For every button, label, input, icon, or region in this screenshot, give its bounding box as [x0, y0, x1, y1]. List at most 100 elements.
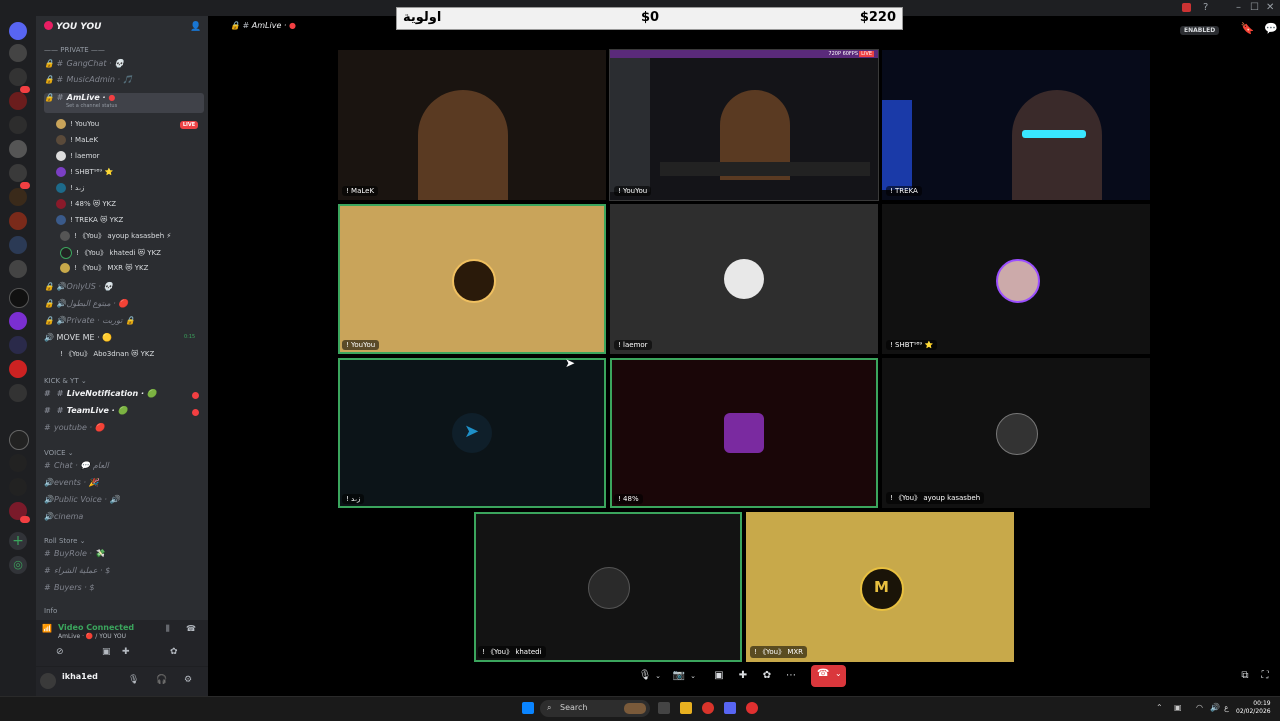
server-icon[interactable] [9, 478, 27, 496]
voice-user[interactable]: ! 《You》 Abo3dnan 😻 YKZ [60, 349, 210, 363]
category-roll-store[interactable]: Roll Store ⌄ [44, 537, 86, 545]
server-icon[interactable] [9, 454, 27, 472]
headphones-icon[interactable]: 🎧 [156, 675, 167, 685]
camera-off-icon[interactable]: ⊘ [56, 647, 64, 657]
voice-user[interactable]: ! 48% 😻 YKZ [56, 199, 206, 213]
activities-icon[interactable]: ✚ [122, 647, 130, 657]
server-icon[interactable] [9, 212, 27, 230]
camera-icon[interactable]: 📷 [672, 667, 686, 685]
video-tile[interactable]: ! 《You》 ayoup kasasbeh [882, 358, 1150, 508]
channel-public-voice[interactable]: 🔊Public Voice · 🔊 [44, 495, 204, 509]
channel-purchase[interactable]: # عملية الشراء · $ [44, 566, 204, 580]
voice-user[interactable]: ! 《You》 khatedi 😻 YKZ [60, 247, 210, 261]
video-tile[interactable]: ! laemor [610, 204, 878, 354]
video-tile[interactable]: M ! 《You》 MXR [746, 512, 1014, 662]
server-icon[interactable] [9, 68, 27, 86]
category-voice[interactable]: VOICE ⌄ [44, 449, 74, 457]
fullscreen-icon[interactable]: ⛶ [1258, 667, 1272, 685]
channel-private[interactable]: 🔒 🔊Private · ﺗﻮﺭﺑﺖ 🔒 [44, 316, 204, 330]
chat-icon[interactable]: 💬 [1264, 22, 1278, 35]
server-icon[interactable] [9, 44, 27, 62]
enabled-badge[interactable]: ENABLED [1180, 26, 1220, 35]
video-tile[interactable]: ! 《You》 khatedi [474, 512, 742, 662]
video-tile[interactable]: ! TREKA [882, 50, 1150, 200]
server-icon[interactable] [9, 164, 27, 182]
popout-icon[interactable]: ⧉ [1238, 667, 1252, 685]
task-view-icon[interactable] [658, 702, 670, 714]
channel-musicadmin[interactable]: 🔒 # MusicAdmin · 🎵 [44, 75, 204, 89]
channel-onlyus[interactable]: 🔒 🔊OnlyUS · 💀 [44, 282, 204, 296]
channel-events[interactable]: 🔊events · 🎉 [44, 478, 204, 492]
voice-user[interactable]: ! ز،ﺪ [56, 183, 206, 197]
settings-icon[interactable]: ⚙ [184, 675, 192, 685]
stream-tile[interactable]: 720P 60FPS LIVE ! YouYou [609, 49, 879, 201]
voice-user[interactable]: ! laemor [56, 151, 206, 165]
soundboard-icon[interactable]: ✿ [170, 647, 178, 657]
video-tile[interactable]: ! 48% [610, 358, 878, 508]
channel-chat[interactable]: # Chat · 💬 العام [44, 461, 204, 475]
channel-buyrole[interactable]: # BuyRole · 💸 [44, 549, 204, 563]
file-explorer-icon[interactable] [680, 702, 692, 714]
channel-gangchat[interactable]: 🔒 # GangChat · 💀 [44, 59, 204, 73]
server-icon[interactable] [9, 288, 29, 308]
voice-user[interactable]: ! TREKA 😻 YKZ [56, 215, 206, 229]
language-icon[interactable]: ع [1224, 703, 1229, 712]
taskbar-search[interactable]: ⌕ Search [540, 700, 650, 717]
channel-move-me[interactable]: 🔊 MOVE ME · 🟡 0:15 [44, 333, 204, 347]
help-icon[interactable]: ? [1203, 2, 1208, 13]
close-button[interactable]: ✕ [1266, 2, 1274, 13]
server-icon[interactable] [9, 236, 27, 254]
soundboard-icon[interactable]: ✿ [760, 667, 774, 685]
add-server-icon[interactable]: + [9, 532, 27, 550]
video-tile[interactable]: ! MaLeK [338, 50, 606, 200]
guild-header[interactable]: YOU YOU 👤 [36, 16, 208, 40]
server-icon[interactable] [9, 188, 27, 206]
server-icon[interactable] [9, 116, 27, 134]
screen-share-icon[interactable]: ▣ [102, 647, 111, 657]
screen-share-icon[interactable]: ▣ [712, 667, 726, 685]
category-kick[interactable]: KICK & YT ⌄ [44, 377, 87, 385]
disconnect-icon[interactable]: ☎ [186, 624, 196, 633]
channel-cinema[interactable]: 🔊cinema [44, 512, 204, 526]
server-icon[interactable] [9, 336, 27, 354]
server-icon[interactable] [9, 312, 27, 330]
volume-icon[interactable]: 🔊 [1210, 703, 1220, 712]
activities-icon[interactable]: ✚ [736, 667, 750, 685]
more-icon[interactable]: ⋯ [784, 667, 798, 685]
category-private[interactable]: —— PRIVATE —— [44, 46, 105, 54]
maximize-button[interactable]: ☐ [1250, 2, 1259, 13]
server-icon[interactable] [9, 260, 27, 278]
server-icon[interactable] [9, 360, 27, 378]
hangup-button[interactable]: ☎ ⌄ [811, 665, 846, 687]
avatar[interactable] [40, 673, 56, 689]
noise-suppression-icon[interactable]: ⫼ [166, 624, 170, 634]
add-friend-icon[interactable]: 👤 [190, 22, 201, 32]
channel-livenotification[interactable]: # # LiveNotification · 🟢 [44, 389, 204, 403]
voice-channel[interactable]: AmLive · 🔴 / YOU YOU [58, 633, 126, 640]
voice-user[interactable]: ! SHBT⁹⁸⁹ ⭐ [56, 167, 206, 181]
microphone-icon[interactable]: 🎙 [128, 675, 139, 685]
channel-voice[interactable]: 🔒 🔊مبتوع البطول · 🔴 [44, 299, 204, 313]
chevron-down-icon[interactable]: ⌄ [688, 667, 698, 685]
chevron-down-icon[interactable]: ⌄ [835, 669, 842, 678]
video-tile[interactable]: ! YouYou [338, 204, 606, 354]
server-icon[interactable] [9, 430, 29, 450]
channel-amlive[interactable]: 🔒 # AmLive · ● Set a channel status [44, 93, 204, 113]
clock[interactable]: 00:19 02/02/2026 [1236, 700, 1271, 716]
video-tile[interactable]: ➤ ! ز،ﺪ [338, 358, 606, 508]
signal-icon[interactable]: 📶 [42, 624, 52, 633]
voice-user[interactable]: ! 《You》 MXR 😻 YKZ [60, 263, 210, 277]
discord-icon[interactable] [724, 702, 736, 714]
voice-user[interactable]: ! 《You》 ayoup kasasbeh ⚡ [60, 231, 210, 245]
server-icon[interactable] [9, 140, 27, 158]
microphone-icon[interactable]: 🎙 [638, 667, 652, 685]
chevron-down-icon[interactable]: ⌄ [653, 667, 663, 685]
chrome-icon[interactable] [702, 702, 714, 714]
voice-user[interactable]: ! MaLeK [56, 135, 206, 149]
video-tile[interactable]: ! SHBT⁹⁸⁹ ⭐ [882, 204, 1150, 354]
inbox-icon[interactable] [1182, 3, 1191, 12]
server-icon[interactable] [9, 384, 27, 402]
channel-buyers[interactable]: # Buyers · $ [44, 583, 204, 597]
discover-icon[interactable]: ◎ [9, 556, 27, 574]
tray-icon[interactable]: ▣ [1174, 703, 1182, 712]
